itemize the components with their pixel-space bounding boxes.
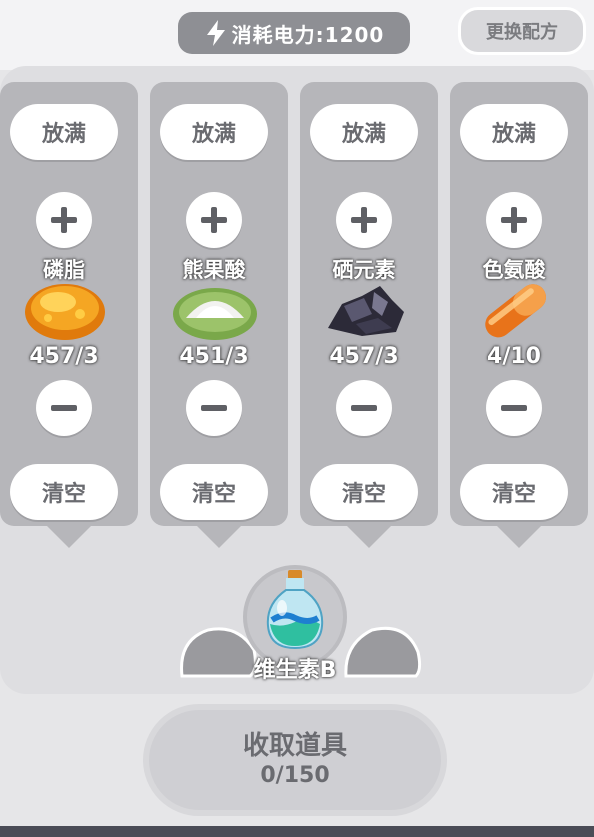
minus-icon	[201, 405, 227, 411]
clear-button[interactable]: 清空	[460, 464, 568, 520]
ingredient-count: 451/3	[179, 344, 249, 369]
clear-button[interactable]: 清空	[10, 464, 118, 520]
column-pointer	[347, 526, 391, 548]
plus-button[interactable]	[186, 192, 242, 248]
clear-button[interactable]: 清空	[310, 464, 418, 520]
capsule-icon	[485, 284, 546, 338]
ingredient-column-4: 放满 色氨酸 4/10 清空	[450, 82, 588, 548]
fill-button[interactable]: 放满	[160, 104, 268, 160]
column-pointer	[47, 526, 91, 548]
ingredient-count: 4/10	[487, 344, 541, 369]
minus-button[interactable]	[36, 380, 92, 436]
lightning-icon	[206, 20, 225, 46]
collect-count: 0/150	[260, 763, 330, 788]
collect-label: 收取道具	[242, 731, 347, 761]
minus-button[interactable]	[186, 380, 242, 436]
product-name: 维生素B	[253, 658, 337, 683]
ingredient-column-2: 放满 熊果酸 451/3 清空	[150, 82, 288, 548]
column-pointer	[197, 526, 241, 548]
plus-button[interactable]	[336, 192, 392, 248]
potion-bottle-icon	[266, 570, 324, 650]
power-consumption-label: 消耗电力:1200	[231, 22, 385, 47]
plus-button[interactable]	[486, 192, 542, 248]
power-consumption-pill: 消耗电力:1200	[178, 12, 410, 54]
dark-ore-icon	[328, 286, 404, 336]
minus-button[interactable]	[486, 380, 542, 436]
clear-button[interactable]: 清空	[160, 464, 268, 520]
swap-recipe-button[interactable]: 更换配方	[458, 7, 586, 55]
bottom-edge	[0, 826, 594, 837]
minus-icon	[351, 405, 377, 411]
ingredient-count: 457/3	[329, 344, 399, 369]
minus-icon	[51, 405, 77, 411]
product-display: 维生素B	[170, 560, 430, 690]
golden-cake-icon	[25, 284, 105, 340]
column-pointer	[497, 526, 541, 548]
ingredient-column-1: 放满 磷脂 457/3 清空	[0, 82, 138, 548]
white-powder-icon	[173, 288, 257, 340]
ingredient-column-3: 放满 硒元素 457/3 清空	[300, 82, 438, 548]
minus-icon	[501, 405, 527, 411]
fill-button[interactable]: 放满	[310, 104, 418, 160]
ingredient-count: 457/3	[29, 344, 99, 369]
plus-button[interactable]	[36, 192, 92, 248]
minus-button[interactable]	[336, 380, 392, 436]
collect-items-button[interactable]: 收取道具 0/150	[143, 704, 447, 816]
fill-button[interactable]: 放满	[10, 104, 118, 160]
fill-button[interactable]: 放满	[460, 104, 568, 160]
